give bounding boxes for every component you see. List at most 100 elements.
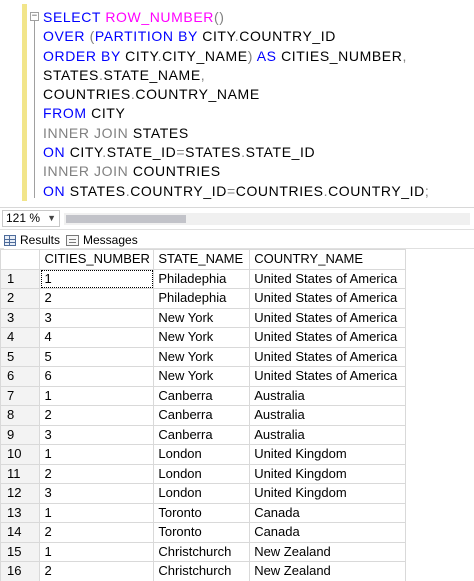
table-row[interactable]: 8 2 Canberra Australia bbox=[0, 405, 406, 426]
code-line[interactable]: FROM CITY bbox=[43, 104, 429, 123]
table-row[interactable]: 6 6 New York United States of America bbox=[0, 366, 406, 387]
table-row[interactable]: 14 2 Toronto Canada bbox=[0, 522, 406, 543]
row-number-cell[interactable]: 14 bbox=[0, 522, 41, 543]
row-number-cell[interactable]: 10 bbox=[0, 444, 41, 465]
state-name-cell[interactable]: London bbox=[153, 463, 251, 484]
row-number-cell[interactable]: 2 bbox=[0, 288, 41, 309]
state-name-cell[interactable]: Philadephia bbox=[153, 268, 251, 289]
cities-number-cell[interactable]: 1 bbox=[39, 502, 155, 523]
table-row[interactable]: 4 4 New York United States of America bbox=[0, 327, 406, 348]
column-header-country-name[interactable]: COUNTRY_NAME bbox=[249, 249, 406, 270]
tab-results[interactable]: Results bbox=[4, 231, 60, 249]
horizontal-scrollbar[interactable] bbox=[64, 213, 470, 225]
state-name-cell[interactable]: New York bbox=[153, 307, 251, 328]
table-row[interactable]: 10 1 London United Kingdom bbox=[0, 444, 406, 465]
table-row[interactable]: 15 1 Christchurch New Zealand bbox=[0, 541, 406, 562]
code-line[interactable]: ON CITY.STATE_ID=STATES.STATE_ID bbox=[43, 143, 429, 162]
cities-number-cell[interactable]: 1 bbox=[39, 444, 155, 465]
country-name-cell[interactable]: United States of America bbox=[249, 307, 406, 328]
table-row[interactable]: 16 2 Christchurch New Zealand bbox=[0, 561, 406, 581]
country-name-cell[interactable]: United States of America bbox=[249, 366, 406, 387]
row-number-cell[interactable]: 16 bbox=[0, 561, 41, 581]
row-number-cell[interactable]: 9 bbox=[0, 424, 41, 445]
row-number-cell[interactable]: 4 bbox=[0, 327, 41, 348]
table-row[interactable]: 3 3 New York United States of America bbox=[0, 307, 406, 328]
row-number-cell[interactable]: 6 bbox=[0, 366, 41, 387]
tab-messages[interactable]: Messages bbox=[66, 231, 138, 249]
state-name-cell[interactable]: London bbox=[153, 483, 251, 504]
state-name-cell[interactable]: Canberra bbox=[153, 405, 251, 426]
country-name-cell[interactable]: United States of America bbox=[249, 327, 406, 348]
code-line[interactable]: ON STATES.COUNTRY_ID=COUNTRIES.COUNTRY_I… bbox=[43, 182, 429, 201]
row-number-cell[interactable]: 13 bbox=[0, 502, 41, 523]
country-name-cell[interactable]: United Kingdom bbox=[249, 483, 406, 504]
table-row[interactable]: 12 3 London United Kingdom bbox=[0, 483, 406, 504]
code-line[interactable]: COUNTRIES.COUNTRY_NAME bbox=[43, 85, 429, 104]
cities-number-cell[interactable]: 5 bbox=[39, 346, 155, 367]
state-name-cell[interactable]: Christchurch bbox=[153, 561, 251, 581]
row-number-cell[interactable]: 8 bbox=[0, 405, 41, 426]
table-row[interactable]: 13 1 Toronto Canada bbox=[0, 502, 406, 523]
country-name-cell[interactable]: Canada bbox=[249, 522, 406, 543]
results-grid[interactable]: CITIES_NUMBER STATE_NAME COUNTRY_NAME 11… bbox=[0, 249, 406, 581]
cities-number-cell[interactable]: 2 bbox=[39, 522, 155, 543]
grid-corner-cell[interactable] bbox=[0, 249, 41, 270]
country-name-cell[interactable]: Canada bbox=[249, 502, 406, 523]
table-row[interactable]: 5 5 New York United States of America bbox=[0, 346, 406, 367]
country-name-cell[interactable]: Australia bbox=[249, 385, 406, 406]
country-name-cell[interactable]: United Kingdom bbox=[249, 463, 406, 484]
country-name-cell[interactable]: New Zealand bbox=[249, 561, 406, 581]
column-header-state-name[interactable]: STATE_NAME bbox=[153, 249, 251, 270]
code-line[interactable]: ORDER BY CITY.CITY_NAME) AS CITIES_NUMBE… bbox=[43, 47, 429, 66]
code-line[interactable]: SELECT ROW_NUMBER() bbox=[43, 8, 429, 27]
state-name-cell[interactable]: Canberra bbox=[153, 424, 251, 445]
row-number-cell[interactable]: 7 bbox=[0, 385, 41, 406]
state-name-cell[interactable]: Philadephia bbox=[153, 288, 251, 309]
row-number-cell[interactable]: 3 bbox=[0, 307, 41, 328]
state-name-cell[interactable]: Toronto bbox=[153, 522, 251, 543]
country-name-cell[interactable]: United States of America bbox=[249, 268, 406, 289]
code-text[interactable]: SELECT ROW_NUMBER() OVER (PARTITION BY CI… bbox=[43, 8, 429, 201]
query-editor[interactable]: − SELECT ROW_NUMBER() OVER (PARTITION BY … bbox=[0, 0, 474, 207]
state-name-cell[interactable]: New York bbox=[153, 346, 251, 367]
cities-number-cell[interactable]: 3 bbox=[39, 483, 155, 504]
country-name-cell[interactable]: Australia bbox=[249, 405, 406, 426]
cities-number-cell[interactable]: 2 bbox=[39, 463, 155, 484]
state-name-cell[interactable]: Toronto bbox=[153, 502, 251, 523]
state-name-cell[interactable]: New York bbox=[153, 366, 251, 387]
cities-number-cell[interactable]: 1 bbox=[39, 541, 155, 562]
country-name-cell[interactable]: United Kingdom bbox=[249, 444, 406, 465]
code-line[interactable]: STATES.STATE_NAME, bbox=[43, 66, 429, 85]
column-header-cities-number[interactable]: CITIES_NUMBER bbox=[39, 249, 155, 270]
row-number-cell[interactable]: 11 bbox=[0, 463, 41, 484]
cities-number-cell[interactable]: 6 bbox=[39, 366, 155, 387]
cities-number-cell[interactable]: 3 bbox=[39, 424, 155, 445]
cities-number-cell[interactable]: 2 bbox=[39, 405, 155, 426]
table-row[interactable]: 2 2 Philadephia United States of America bbox=[0, 288, 406, 309]
country-name-cell[interactable]: United States of America bbox=[249, 346, 406, 367]
zoom-dropdown[interactable]: 121 % ▼ bbox=[2, 210, 60, 227]
state-name-cell[interactable]: New York bbox=[153, 327, 251, 348]
code-line[interactable]: INNER JOIN COUNTRIES bbox=[43, 162, 429, 181]
code-line[interactable]: INNER JOIN STATES bbox=[43, 124, 429, 143]
chevron-down-icon[interactable]: ▼ bbox=[47, 211, 56, 226]
state-name-cell[interactable]: London bbox=[153, 444, 251, 465]
country-name-cell[interactable]: United States of America bbox=[249, 288, 406, 309]
country-name-cell[interactable]: New Zealand bbox=[249, 541, 406, 562]
cities-number-cell[interactable]: 3 bbox=[39, 307, 155, 328]
state-name-cell[interactable]: Canberra bbox=[153, 385, 251, 406]
code-line[interactable]: OVER (PARTITION BY CITY.COUNTRY_ID bbox=[43, 27, 429, 46]
scrollbar-thumb[interactable] bbox=[66, 215, 186, 223]
table-row[interactable]: 9 3 Canberra Australia bbox=[0, 424, 406, 445]
cities-number-cell[interactable]: 4 bbox=[39, 327, 155, 348]
cities-number-cell[interactable]: 1 bbox=[39, 385, 155, 406]
row-number-cell[interactable]: 1 bbox=[0, 268, 41, 289]
cities-number-cell[interactable]: 2 bbox=[39, 288, 155, 309]
table-row[interactable]: 11 2 London United Kingdom bbox=[0, 463, 406, 484]
collapse-outline-icon[interactable]: − bbox=[30, 12, 39, 21]
row-number-cell[interactable]: 5 bbox=[0, 346, 41, 367]
cities-number-cell[interactable]: 2 bbox=[39, 561, 155, 581]
row-number-cell[interactable]: 12 bbox=[0, 483, 41, 504]
row-number-cell[interactable]: 15 bbox=[0, 541, 41, 562]
state-name-cell[interactable]: Christchurch bbox=[153, 541, 251, 562]
